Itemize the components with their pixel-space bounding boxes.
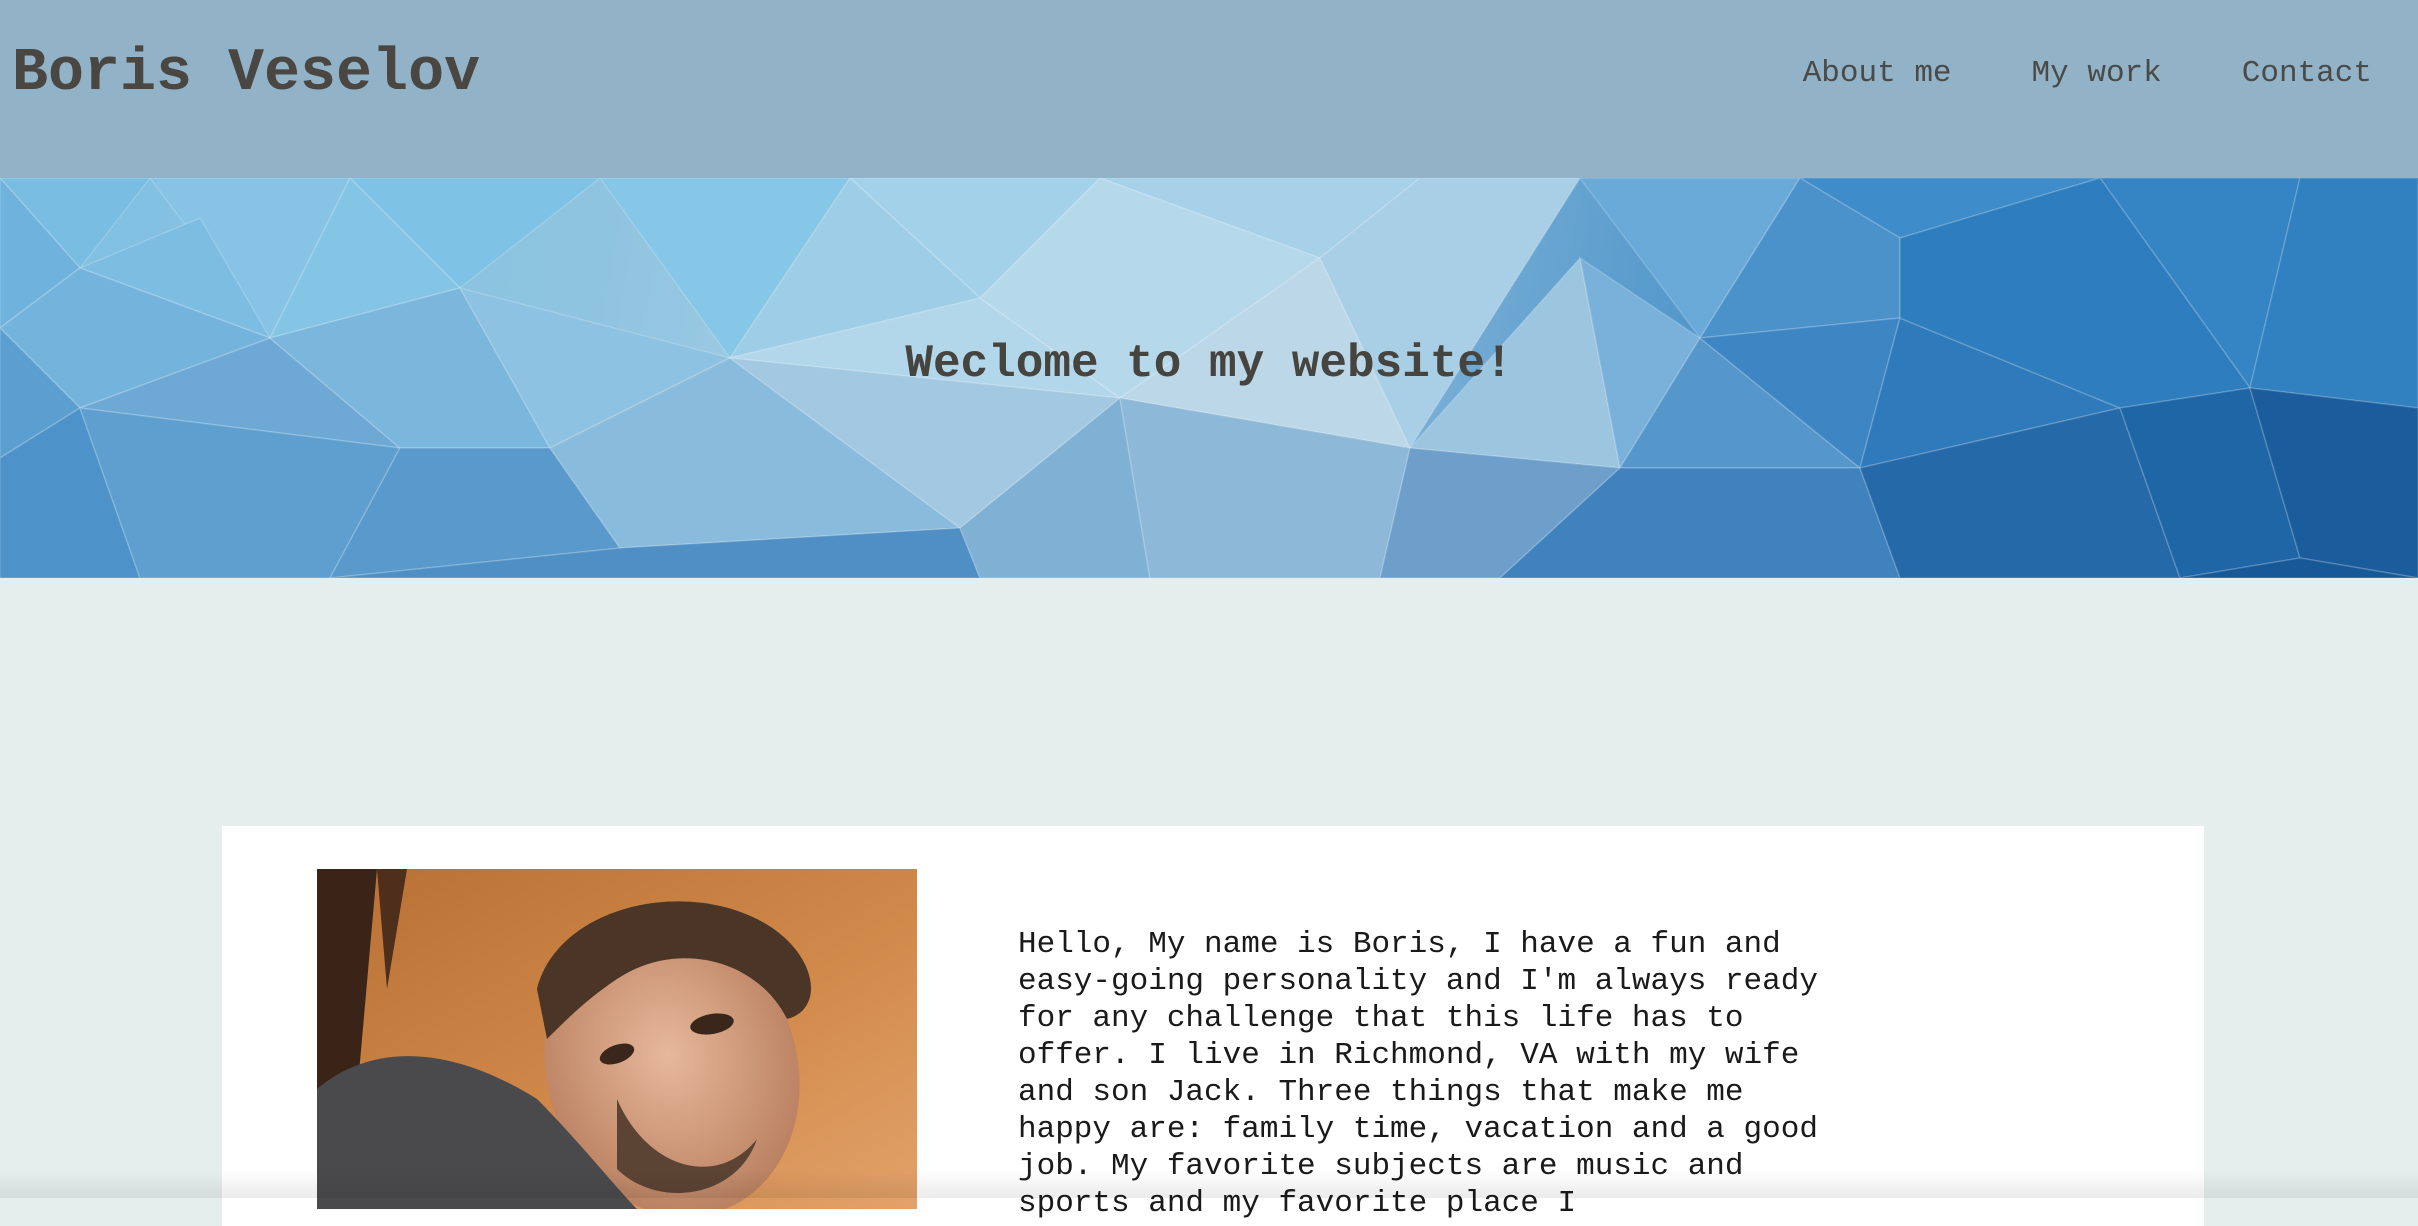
profile-photo — [317, 869, 917, 1209]
nav-about-me[interactable]: About me — [1803, 56, 1952, 91]
about-paragraph: Hello, My name is Boris, I have a fun an… — [1018, 927, 1818, 1221]
main-nav: About me My work Contact — [1803, 56, 2372, 91]
portrait-image — [317, 869, 917, 1209]
nav-my-work[interactable]: My work — [2032, 56, 2162, 91]
site-title[interactable]: Boris Veselov — [12, 40, 480, 108]
hero-title: Weclome to my website! — [905, 338, 1513, 390]
about-card: Hello, My name is Boris, I have a fun an… — [222, 826, 2204, 1226]
hero-banner: Weclome to my website! — [0, 178, 2418, 578]
site-header: Boris Veselov About me My work Contact — [0, 0, 2418, 178]
nav-contact[interactable]: Contact — [2242, 56, 2372, 91]
